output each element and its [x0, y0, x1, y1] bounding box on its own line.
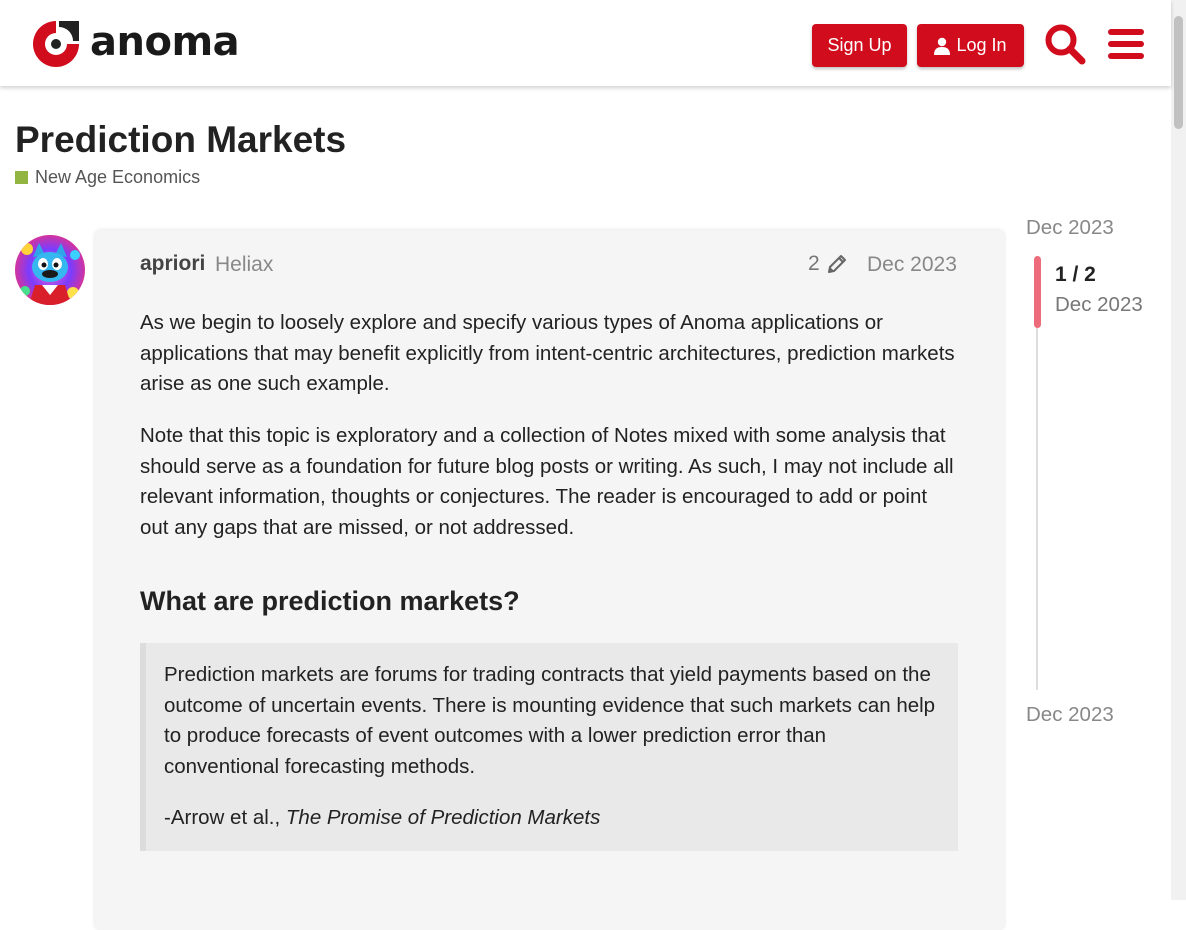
timeline-position: 1 / 2 — [1055, 263, 1096, 286]
logo-wordmark: anoma — [90, 19, 240, 65]
post-paragraph: As we begin to loosely explore and speci… — [140, 311, 955, 395]
quote-attribution-prefix: -Arrow et al., — [164, 806, 286, 829]
avatar-image — [15, 235, 85, 305]
quote-source-title: The Promise of Prediction Markets — [285, 806, 601, 829]
post-paragraph: Note that this topic is exploratory and … — [140, 424, 954, 539]
post-heading: What are prediction markets? — [140, 586, 520, 616]
category-label: New Age Economics — [35, 167, 201, 187]
log-in-button[interactable]: Log In — [917, 24, 1024, 67]
sign-up-label: Sign Up — [827, 35, 892, 55]
avatar[interactable] — [15, 235, 85, 305]
category-color-swatch — [15, 171, 28, 184]
topic-title[interactable]: Prediction Markets — [15, 119, 346, 161]
site-header: anoma Sign Up Log In — [0, 0, 1171, 86]
post-username[interactable]: apriori — [140, 252, 205, 276]
sign-up-button[interactable]: Sign Up — [812, 24, 907, 67]
search-icon[interactable] — [1043, 22, 1087, 66]
timeline-end-date[interactable]: Dec 2023 — [1026, 703, 1114, 727]
user-icon — [934, 37, 951, 55]
hamburger-menu-icon[interactable] — [1104, 22, 1148, 66]
category-badge[interactable]: New Age Economics — [15, 167, 200, 188]
page-scrollbar[interactable] — [1171, 0, 1186, 900]
blockquote: Prediction markets are forums for tradin… — [140, 643, 958, 851]
pencil-icon — [827, 255, 846, 273]
post-date[interactable]: Dec 2023 — [867, 253, 957, 277]
timeline-handle[interactable] — [1034, 256, 1041, 328]
post-user-title[interactable]: Heliax — [215, 253, 273, 277]
log-in-label: Log In — [956, 35, 1007, 55]
quote-text: Prediction markets are forums for tradin… — [164, 663, 936, 778]
quote-attribution: -Arrow et al., The Promise of Prediction… — [164, 803, 944, 834]
scrollbar-thumb[interactable] — [1174, 16, 1183, 129]
post-edit-history[interactable]: 2 — [808, 252, 848, 276]
site-logo[interactable]: anoma — [30, 18, 240, 70]
anoma-logo-icon — [33, 21, 79, 67]
timeline-position-date: Dec 2023 — [1055, 293, 1143, 316]
edit-count: 2 — [808, 252, 820, 275]
timeline-start-date[interactable]: Dec 2023 — [1026, 216, 1114, 240]
